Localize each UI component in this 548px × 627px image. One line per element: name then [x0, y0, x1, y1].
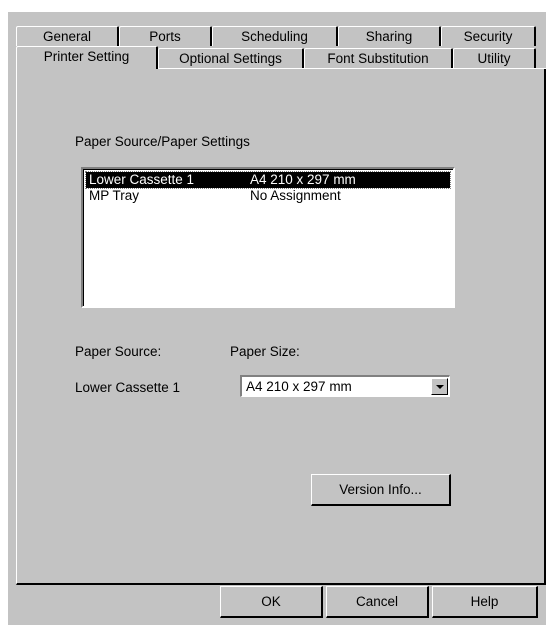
- paper-size-label: Paper Size:: [230, 344, 300, 359]
- tab-label: Ports: [149, 29, 181, 44]
- paper-source-list[interactable]: Lower Cassette 1 A4 210 x 297 mm MP Tray…: [81, 167, 455, 308]
- tab-label: Scheduling: [241, 29, 308, 44]
- list-item[interactable]: Lower Cassette 1 A4 210 x 297 mm: [85, 171, 451, 189]
- tab-label: Font Substitution: [327, 51, 429, 66]
- version-info-button[interactable]: Version Info...: [311, 474, 451, 506]
- cancel-button[interactable]: Cancel: [326, 586, 429, 618]
- tab-label: General: [42, 29, 92, 44]
- tab-ports[interactable]: Ports: [119, 26, 212, 46]
- tab-utility[interactable]: Utility: [453, 48, 536, 68]
- paper-size-select-value: A4 210 x 297 mm: [246, 379, 352, 394]
- paper-settings-group-label: Paper Source/Paper Settings: [75, 134, 250, 149]
- tab-security[interactable]: Security: [441, 26, 536, 46]
- tab-label: Security: [463, 29, 513, 44]
- list-item[interactable]: MP Tray No Assignment: [86, 188, 450, 204]
- tab-label: Optional Settings: [179, 51, 282, 66]
- tab-general[interactable]: General: [16, 26, 119, 46]
- list-item-size: No Assignment: [250, 188, 341, 203]
- tab-sharing[interactable]: Sharing: [338, 26, 441, 46]
- help-button[interactable]: Help: [432, 586, 538, 618]
- ok-button[interactable]: OK: [220, 586, 323, 618]
- tab-font-substitution[interactable]: Font Substitution: [304, 48, 453, 68]
- list-item-size: A4 210 x 297 mm: [250, 172, 356, 187]
- paper-source-value: Lower Cassette 1: [75, 380, 181, 395]
- list-item-source: Lower Cassette 1: [89, 172, 195, 187]
- tab-scheduling[interactable]: Scheduling: [212, 26, 338, 46]
- printer-properties-dialog: General Ports Scheduling Sharing Securit…: [8, 12, 546, 625]
- tab-optional-settings[interactable]: Optional Settings: [158, 48, 304, 68]
- paper-size-select[interactable]: A4 210 x 297 mm: [240, 375, 450, 397]
- chevron-down-icon[interactable]: [431, 378, 448, 395]
- tab-label: Utility: [477, 51, 511, 66]
- paper-source-label: Paper Source:: [75, 344, 162, 359]
- tab-label: Printer Setting: [43, 49, 130, 64]
- tab-printer-setting[interactable]: Printer Setting: [16, 46, 158, 69]
- tab-label: Sharing: [365, 29, 413, 44]
- list-item-source: MP Tray: [89, 188, 140, 203]
